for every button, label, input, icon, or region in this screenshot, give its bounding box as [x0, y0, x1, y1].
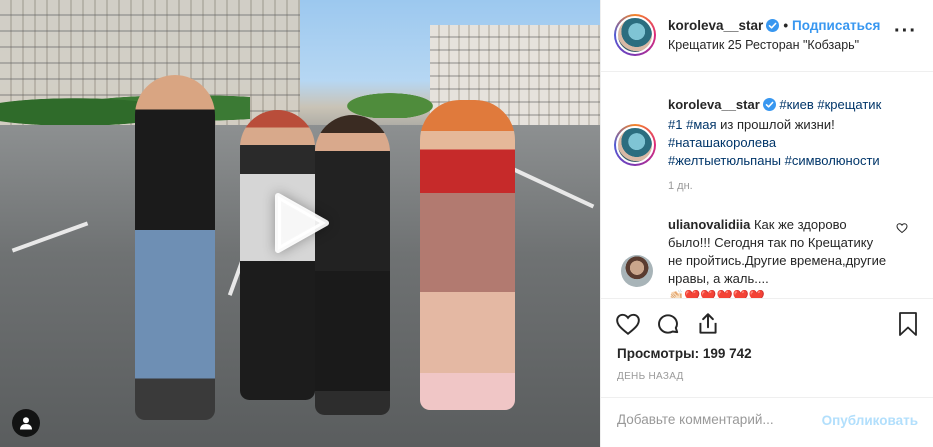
caption-hashtags[interactable]: #желтыетюльпаны #символюности: [668, 153, 880, 168]
post-date[interactable]: ДЕНЬ НАЗАД: [617, 371, 684, 382]
add-comment-bar: Опубликовать: [601, 397, 933, 447]
view-count[interactable]: Просмотры: 199 742: [617, 346, 752, 361]
post-location[interactable]: Крещатик 25 Ресторан "Кобзарь": [668, 38, 859, 52]
comment-input[interactable]: [617, 412, 817, 427]
author-username[interactable]: koroleva__star: [668, 18, 763, 33]
caption-hashtag[interactable]: #наташакоролева: [668, 135, 776, 150]
heart-icon[interactable]: [615, 311, 641, 340]
caption-author-avatar[interactable]: [614, 124, 656, 166]
comment-emoji: 👏🏻❤️❤️❤️❤️❤️: [668, 289, 766, 298]
person-figure: [135, 75, 215, 420]
publish-button[interactable]: Опубликовать: [822, 413, 918, 428]
post-header: koroleva__star • Подписаться Крещатик 25 Р…: [601, 0, 933, 72]
commenter-avatar[interactable]: [621, 255, 653, 287]
verified-badge-icon: [766, 19, 780, 35]
verified-badge-icon: [762, 98, 776, 116]
person-figure: [420, 100, 515, 410]
caption-hashtag[interactable]: #1: [668, 117, 682, 132]
post-sidebar: koroleva__star • Подписаться Крещатик 25 Р…: [600, 0, 933, 447]
caption-hashtag[interactable]: #мая: [686, 117, 716, 132]
play-icon: [275, 193, 329, 253]
comment-like-icon[interactable]: [896, 222, 908, 237]
bookmark-icon[interactable]: [896, 311, 920, 340]
comments-list: koroleva__star #киев #крещатик #1 #мая и…: [601, 72, 933, 298]
caption-timestamp[interactable]: 1 дн.: [668, 180, 693, 192]
person-figure: [240, 110, 315, 400]
lane-marking: [11, 221, 89, 253]
comment-icon[interactable]: [655, 311, 681, 340]
user-tag-button[interactable]: [12, 409, 40, 437]
author-avatar[interactable]: [614, 14, 656, 56]
comment: ulianovalidiia Как же здорово было!!! Се…: [668, 216, 888, 298]
caption-hashtags[interactable]: #киев #крещатик: [779, 97, 881, 112]
more-options-icon[interactable]: ···: [894, 21, 917, 41]
separator-dot: •: [783, 18, 789, 33]
action-bar: [601, 298, 933, 348]
post-video[interactable]: [0, 0, 600, 447]
person-figure: [315, 115, 390, 415]
caption-username[interactable]: koroleva__star: [668, 97, 760, 112]
follow-button[interactable]: Подписаться: [792, 18, 880, 33]
user-tag-icon: [20, 417, 32, 430]
share-icon[interactable]: [695, 311, 721, 340]
caption-text: из прошлой жизни!: [716, 117, 835, 132]
play-button[interactable]: [270, 192, 332, 254]
caption: koroleva__star #киев #крещатик #1 #мая и…: [668, 96, 918, 170]
comment-username[interactable]: ulianovalidiia: [668, 217, 750, 232]
author-row: koroleva__star • Подписаться: [668, 18, 880, 35]
